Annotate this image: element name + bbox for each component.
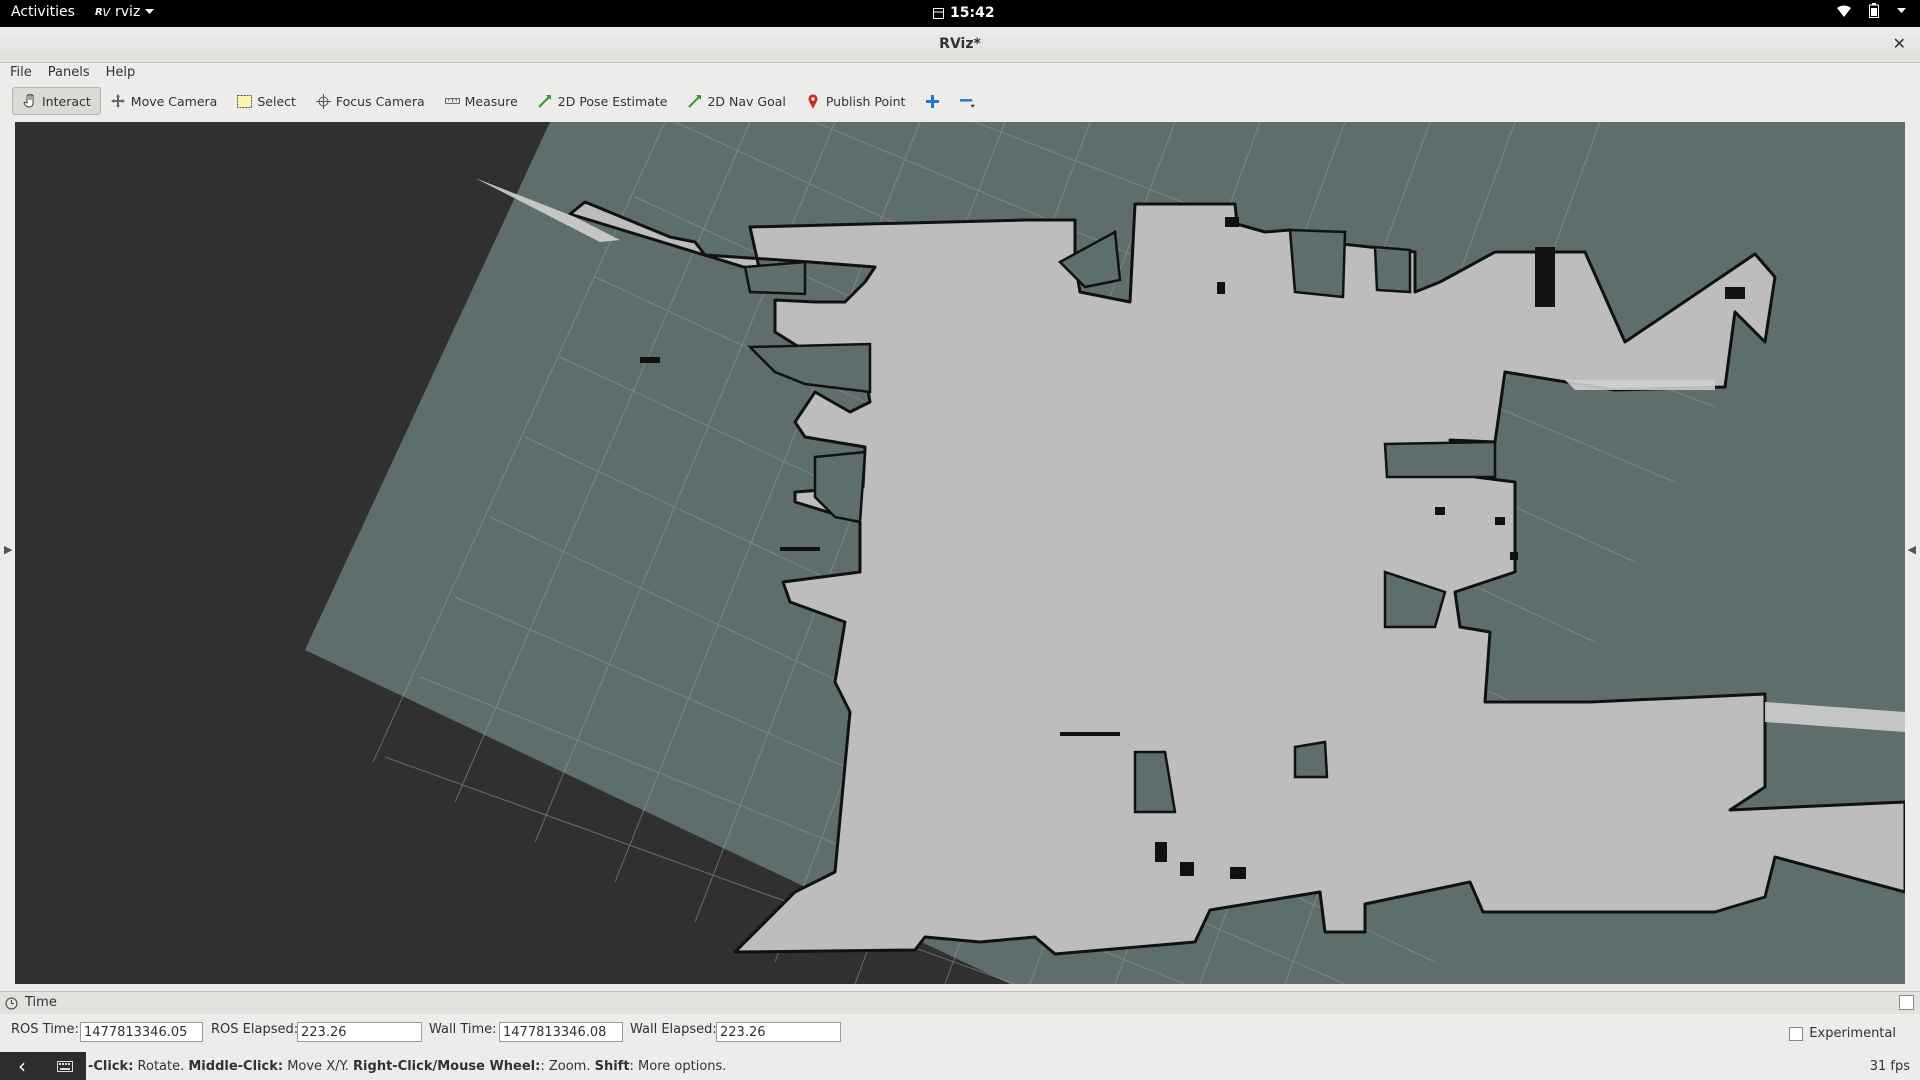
app-name: rviz [115, 4, 141, 20]
tool-publish-point[interactable]: Publish Point [796, 87, 916, 115]
3d-viewport[interactable] [15, 122, 1905, 984]
battery-icon [1869, 3, 1879, 18]
tool-measure-label: Measure [464, 93, 518, 109]
wall-elapsed-field[interactable]: 223.26 [716, 1022, 841, 1042]
green-arrow-icon [538, 94, 553, 109]
plus-icon [925, 94, 940, 109]
render-panel: ▶ ◀ [0, 119, 1920, 987]
time-panel-header: Time [0, 991, 1920, 1014]
wifi-icon [1837, 5, 1851, 17]
tool-focus-camera[interactable]: Focus Camera [306, 87, 435, 115]
fps-counter: 31 fps [1869, 1059, 1910, 1074]
time-panel-title: Time [25, 995, 57, 1010]
left-dock-toggle-icon[interactable]: ▶ [4, 543, 12, 556]
tool-move-camera[interactable]: Move Camera [101, 87, 228, 115]
menu-file[interactable]: File [0, 63, 38, 83]
green-arrow-icon [687, 94, 702, 109]
system-top-bar: Activities R\/ rviz 15:42 [0, 0, 1920, 27]
tools-toolbar: Interact Move Camera Select Focus Camera… [0, 84, 1920, 120]
system-tray[interactable] [1837, 3, 1906, 18]
menu-help[interactable]: Help [96, 63, 142, 83]
wall-time-field[interactable]: 1477813346.08 [499, 1022, 623, 1042]
tool-interact-label: Interact [42, 93, 91, 109]
ros-elapsed-field[interactable]: 223.26 [297, 1022, 422, 1042]
tool-publish-point-label: Publish Point [825, 93, 906, 109]
status-hint: -Click: Rotate. Middle-Click: Move X/Y. … [88, 1059, 727, 1074]
rviz-logo-icon: R\/ [95, 6, 111, 18]
tool-move-camera-label: Move Camera [130, 93, 218, 109]
map-pin-icon [806, 93, 821, 109]
remove-tool-button[interactable] [950, 87, 985, 115]
undock-panel-button[interactable] [1899, 995, 1914, 1010]
activities-button[interactable]: Activities [11, 4, 75, 20]
tool-select-label: Select [257, 93, 296, 109]
tool-2d-pose-estimate-label: 2D Pose Estimate [557, 93, 668, 109]
wall-time-label: Wall Time: [429, 1022, 497, 1037]
chevron-down-icon [1897, 7, 1906, 13]
window-title-bar: RViz* ✕ [0, 27, 1920, 63]
tool-2d-nav-goal[interactable]: 2D Nav Goal [677, 87, 795, 115]
checkbox-box [1789, 1026, 1804, 1041]
right-dock-toggle-icon[interactable]: ◀ [1908, 543, 1916, 556]
tool-select[interactable]: Select [227, 87, 306, 115]
add-tool-button[interactable] [915, 87, 950, 115]
ros-elapsed-label: ROS Elapsed: [211, 1022, 299, 1037]
ruler-icon [444, 94, 460, 109]
tool-measure[interactable]: Measure [435, 87, 528, 115]
status-bar: ‹ -Click: Rotate. Middle-Click: Move X/Y… [0, 1052, 1920, 1080]
chevron-down-icon [145, 9, 155, 14]
tool-interact[interactable]: Interact [12, 87, 101, 115]
tool-2d-nav-goal-label: 2D Nav Goal [707, 93, 786, 109]
tool-focus-camera-label: Focus Camera [335, 93, 425, 109]
experimental-checkbox[interactable]: Experimental [1789, 1026, 1896, 1041]
hand-pointer-icon [22, 94, 37, 109]
ros-time-label: ROS Time: [11, 1022, 79, 1037]
occupancy-map-view [15, 122, 1905, 984]
chevron-left-icon[interactable]: ‹ [0, 1052, 44, 1080]
menu-bar: File Panels Help [0, 63, 1920, 84]
clock[interactable]: 15:42 [933, 5, 995, 21]
close-icon[interactable]: ✕ [1893, 34, 1906, 53]
minus-dropdown-icon [960, 94, 976, 109]
clock-time: 15:42 [950, 5, 995, 21]
window-title: RViz* [939, 36, 981, 52]
move-arrows-icon [111, 94, 126, 109]
clock-icon [5, 997, 18, 1010]
tool-2d-pose-estimate[interactable]: 2D Pose Estimate [528, 87, 678, 115]
app-menu[interactable]: R\/ rviz [95, 4, 155, 20]
wall-elapsed-label: Wall Elapsed: [630, 1022, 717, 1037]
calendar-icon [933, 7, 944, 19]
crosshair-icon [315, 93, 331, 109]
keyboard-icon[interactable] [44, 1052, 86, 1080]
select-box-icon [237, 94, 253, 109]
time-panel: ROS Time: 1477813346.05 ROS Elapsed: 223… [0, 1014, 1920, 1052]
menu-panels[interactable]: Panels [38, 63, 96, 83]
experimental-label: Experimental [1809, 1026, 1896, 1041]
ros-time-field[interactable]: 1477813346.05 [80, 1022, 203, 1042]
